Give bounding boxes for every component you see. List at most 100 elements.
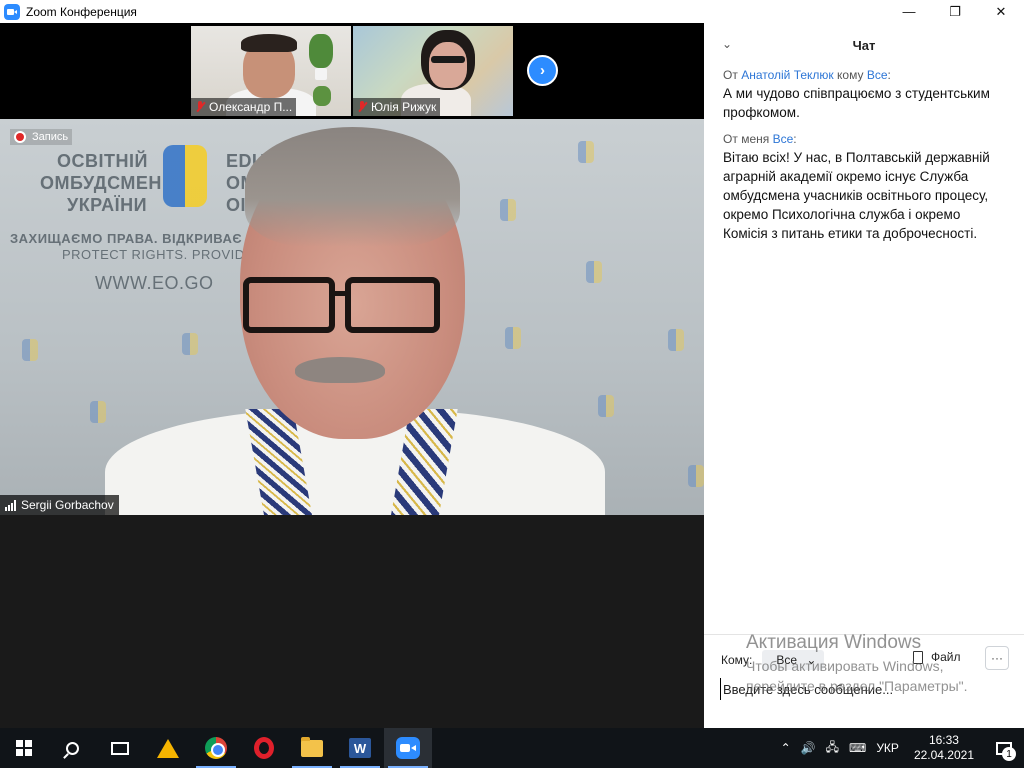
minimize-button[interactable]: — bbox=[886, 0, 932, 23]
taskbar-app-opera[interactable] bbox=[240, 728, 288, 768]
taskbar-app-warning[interactable] bbox=[144, 728, 192, 768]
video-area: Олександр П... Юлія Рижук › ОСВІТНІЙ ОМБ… bbox=[0, 23, 704, 728]
windows-start-icon bbox=[16, 740, 32, 756]
file-explorer-icon bbox=[301, 736, 323, 757]
chevron-right-icon: › bbox=[540, 62, 545, 79]
zoom-icon bbox=[396, 737, 420, 759]
background-logo bbox=[688, 465, 704, 487]
search-icon bbox=[65, 741, 79, 755]
chat-message-text: А ми чудово співпрацюємо з студентським … bbox=[723, 86, 990, 120]
chat-message-meta: От меня Все: bbox=[723, 132, 797, 146]
taskbar-app-zoom[interactable] bbox=[384, 728, 432, 768]
start-button[interactable] bbox=[0, 728, 48, 768]
recipient-link[interactable]: Все bbox=[773, 132, 794, 146]
banner-slogan: ЗАХИЩАЄМО ПРАВА. ВІДКРИВАЄ bbox=[10, 231, 243, 246]
participant-name-label: Олександр П... bbox=[191, 98, 297, 116]
recipient-value: Все bbox=[776, 653, 798, 667]
title-bar: Zoom Конференция — ❐ ✕ bbox=[0, 0, 1024, 23]
word-icon: W bbox=[349, 738, 371, 758]
more-options-button[interactable]: ··· bbox=[985, 646, 1009, 670]
banner-text: УКРАЇНИ bbox=[67, 195, 148, 215]
participant-tile[interactable]: Олександр П... bbox=[191, 26, 351, 116]
participant-name: Олександр П... bbox=[209, 100, 293, 114]
opera-icon bbox=[254, 737, 274, 759]
sender-link[interactable]: Анатолій Теклюк bbox=[741, 68, 833, 82]
chat-message-input[interactable] bbox=[720, 678, 1010, 700]
background-logo bbox=[668, 329, 684, 351]
speaker-name: Sergii Gorbachov bbox=[21, 498, 114, 512]
chat-message-text: Вітаю всіх! У нас, в Полтавській державн… bbox=[723, 150, 990, 241]
recording-indicator[interactable]: Запись bbox=[10, 129, 73, 145]
background-logo bbox=[598, 395, 614, 417]
participant-name: Юлія Рижук bbox=[371, 100, 437, 114]
speaker-mustache bbox=[295, 357, 385, 383]
taskbar: W ⌃ 🔊 🖧 ⌨ УКР 16:33 22.04.2021 1 bbox=[0, 728, 1024, 768]
search-button[interactable] bbox=[48, 728, 96, 768]
banner-text: ОМБУДСМЕН bbox=[40, 173, 162, 193]
system-tray: ⌃ 🔊 🖧 ⌨ УКР 16:33 22.04.2021 1 bbox=[776, 728, 1024, 768]
notification-count-badge: 1 bbox=[1002, 747, 1016, 761]
ellipsis-icon: ··· bbox=[991, 651, 1003, 665]
taskbar-app-word[interactable]: W bbox=[336, 728, 384, 768]
recording-icon bbox=[14, 131, 26, 143]
window-title: Zoom Конференция bbox=[26, 4, 137, 19]
restore-button[interactable]: ❐ bbox=[932, 0, 978, 23]
glasses-lens bbox=[345, 277, 440, 333]
chat-message: От меня Все: Вітаю всіх! У нас, в Полтав… bbox=[704, 132, 1024, 243]
zoom-app-icon bbox=[4, 3, 20, 20]
background-logo bbox=[22, 339, 38, 361]
recipient-link[interactable]: Все bbox=[867, 68, 888, 82]
window-controls: — ❐ ✕ bbox=[886, 0, 1024, 23]
muted-microphone-icon bbox=[195, 101, 205, 113]
file-label: Файл bbox=[931, 650, 961, 664]
chat-panel: ⌄ Чат От Анатолій Теклюк кому Все: А ми … bbox=[704, 23, 1024, 728]
participant-tile[interactable]: Юлія Рижук bbox=[353, 26, 513, 116]
tray-chevron-up-icon[interactable]: ⌃ bbox=[776, 728, 796, 768]
notification-center-button[interactable]: 1 bbox=[984, 728, 1024, 768]
clock-time: 16:33 bbox=[928, 733, 959, 747]
recipient-label: Кому: bbox=[721, 653, 753, 667]
glasses-lens bbox=[243, 277, 335, 333]
chat-composer: Кому: Все ⌄ Файл ··· bbox=[704, 634, 1024, 728]
clock-date: 22.04.2021 bbox=[913, 748, 974, 762]
volume-icon[interactable]: 🔊 bbox=[796, 728, 821, 768]
background-logo bbox=[578, 141, 594, 163]
taskbar-app-explorer[interactable] bbox=[288, 728, 336, 768]
next-participants-button[interactable]: › bbox=[527, 55, 558, 86]
chat-title: Чат bbox=[852, 38, 876, 53]
signal-strength-icon bbox=[5, 499, 16, 511]
background-logo bbox=[90, 401, 106, 423]
active-speaker-video: ОСВІТНІЙ ОМБУДСМЕН УКРАЇНИ EDU OM OI ЗАХ… bbox=[0, 119, 704, 515]
speaker-hair bbox=[245, 127, 460, 247]
chat-message: От Анатолій Теклюк кому Все: А ми чудово… bbox=[704, 68, 1024, 122]
muted-microphone-icon bbox=[357, 101, 367, 113]
recipient-row: Кому: Все ⌄ bbox=[721, 650, 825, 670]
keyboard-icon[interactable]: ⌨ bbox=[844, 728, 871, 768]
banner-text: OI bbox=[226, 195, 247, 215]
network-icon[interactable]: 🖧 bbox=[821, 728, 844, 768]
chat-message-meta: От Анатолій Теклюк кому Все: bbox=[723, 68, 891, 82]
task-view-button[interactable] bbox=[96, 728, 144, 768]
taskbar-app-chrome[interactable] bbox=[192, 728, 240, 768]
sender-name: меня bbox=[741, 132, 770, 146]
recording-label: Запись bbox=[32, 131, 69, 143]
file-button[interactable]: Файл bbox=[913, 650, 961, 664]
file-icon bbox=[913, 650, 923, 664]
recipient-select[interactable]: Все ⌄ bbox=[762, 650, 825, 670]
banner-slogan-en: PROTECT RIGHTS. PROVID bbox=[62, 247, 245, 262]
background-logo bbox=[182, 333, 198, 355]
banner-website: WWW.EO.GO bbox=[95, 273, 214, 293]
active-speaker-label: Sergii Gorbachov bbox=[0, 495, 119, 515]
participant-name-label: Юлія Рижук bbox=[353, 98, 441, 116]
task-view-icon bbox=[111, 741, 129, 755]
chat-header: ⌄ Чат bbox=[704, 23, 1024, 68]
clock[interactable]: 16:33 22.04.2021 bbox=[904, 733, 984, 763]
chevron-down-icon: ⌄ bbox=[806, 653, 817, 667]
background-logo bbox=[500, 199, 516, 221]
banner-text: ОСВІТНІЙ bbox=[57, 151, 148, 171]
close-button[interactable]: ✕ bbox=[978, 0, 1024, 23]
chrome-icon bbox=[205, 737, 227, 759]
chevron-down-icon[interactable]: ⌄ bbox=[722, 37, 732, 51]
glasses-bridge bbox=[333, 291, 347, 296]
language-indicator[interactable]: УКР bbox=[871, 728, 904, 768]
